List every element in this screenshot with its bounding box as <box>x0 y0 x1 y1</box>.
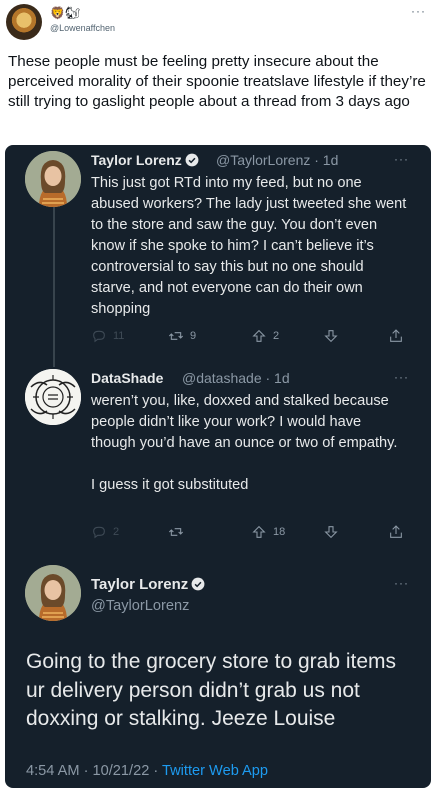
author-handle[interactable]: @TaylorLorenz · 1d <box>216 152 338 168</box>
avatar[interactable] <box>25 151 81 207</box>
reply-count: 2 <box>113 526 120 538</box>
tweet-text: This just got RTd into my feed, but no o… <box>91 175 407 317</box>
verified-icon <box>185 153 199 167</box>
reply-button[interactable]: 2 <box>91 522 119 542</box>
download-icon <box>324 330 338 343</box>
share-icon <box>390 329 402 342</box>
thread-line <box>53 207 55 367</box>
author-handle[interactable]: @TaylorLorenz <box>91 598 189 614</box>
more-icon[interactable]: ··· <box>394 152 409 166</box>
more-icon[interactable]: ··· <box>411 4 426 18</box>
author-name[interactable]: DataShade <box>91 370 163 386</box>
timestamp-text[interactable]: 4:54 AM · 10/21/22 · <box>26 763 162 779</box>
share-button[interactable] <box>388 326 404 346</box>
avatar[interactable] <box>25 369 81 425</box>
source-app-link[interactable]: Twitter Web App <box>162 763 268 779</box>
reply-icon <box>93 526 105 539</box>
tweet-timestamp: 4:54 AM · 10/21/22 · Twitter Web App <box>26 763 268 779</box>
retweet-count: 9 <box>190 330 197 342</box>
reply-button[interactable]: 11 <box>91 326 124 346</box>
like-count: 18 <box>273 526 286 538</box>
like-count: 2 <box>273 330 280 342</box>
like-button[interactable]: 18 <box>251 522 285 542</box>
retweet-button[interactable]: 9 <box>168 326 196 346</box>
tweet-actions: 11 9 2 <box>91 326 411 346</box>
avatar[interactable] <box>25 565 81 621</box>
like-icon <box>252 525 266 538</box>
verified-icon <box>191 577 205 591</box>
like-icon <box>252 329 266 342</box>
tweet-text-paragraph: I guess it got substituted <box>91 477 249 493</box>
main-tweet-text: Going to the grocery store to grab items… <box>26 650 397 730</box>
author-name[interactable]: Taylor Lorenz <box>91 576 205 593</box>
outer-avatar[interactable] <box>6 4 42 40</box>
downvote-button[interactable] <box>323 326 339 346</box>
retweet-button[interactable] <box>168 522 184 542</box>
author-name[interactable]: Taylor Lorenz <box>91 152 199 168</box>
tweet-text-paragraph: weren’t you, like, doxxed and stalked be… <box>91 393 398 451</box>
more-icon[interactable]: ··· <box>394 370 409 384</box>
outer-handle[interactable]: @Lowenaffchen <box>50 23 115 33</box>
like-button[interactable]: 2 <box>251 326 279 346</box>
tweet-actions: 2 18 <box>91 522 411 542</box>
retweet-icon <box>168 332 184 340</box>
share-button[interactable] <box>388 522 404 542</box>
author-handle[interactable]: @datashade · 1d <box>182 370 290 386</box>
download-icon <box>324 526 338 539</box>
retweet-icon <box>168 528 184 536</box>
quoted-screenshot: Taylor Lorenz @TaylorLorenz · 1d ··· Thi… <box>5 145 431 788</box>
share-icon <box>390 525 402 538</box>
reply-icon <box>93 330 105 343</box>
outer-tweet-header: 🦁🐿 @Lowenaffchen ··· <box>6 4 430 42</box>
tweet-text: weren’t you, like, doxxed and stalked be… <box>91 391 409 496</box>
downvote-button[interactable] <box>323 522 339 542</box>
more-icon[interactable]: ··· <box>394 576 409 590</box>
outer-tweet-text: These people must be feeling pretty inse… <box>8 53 426 110</box>
reply-count: 11 <box>113 330 125 342</box>
outer-display-name[interactable]: 🦁🐿 <box>50 7 80 19</box>
